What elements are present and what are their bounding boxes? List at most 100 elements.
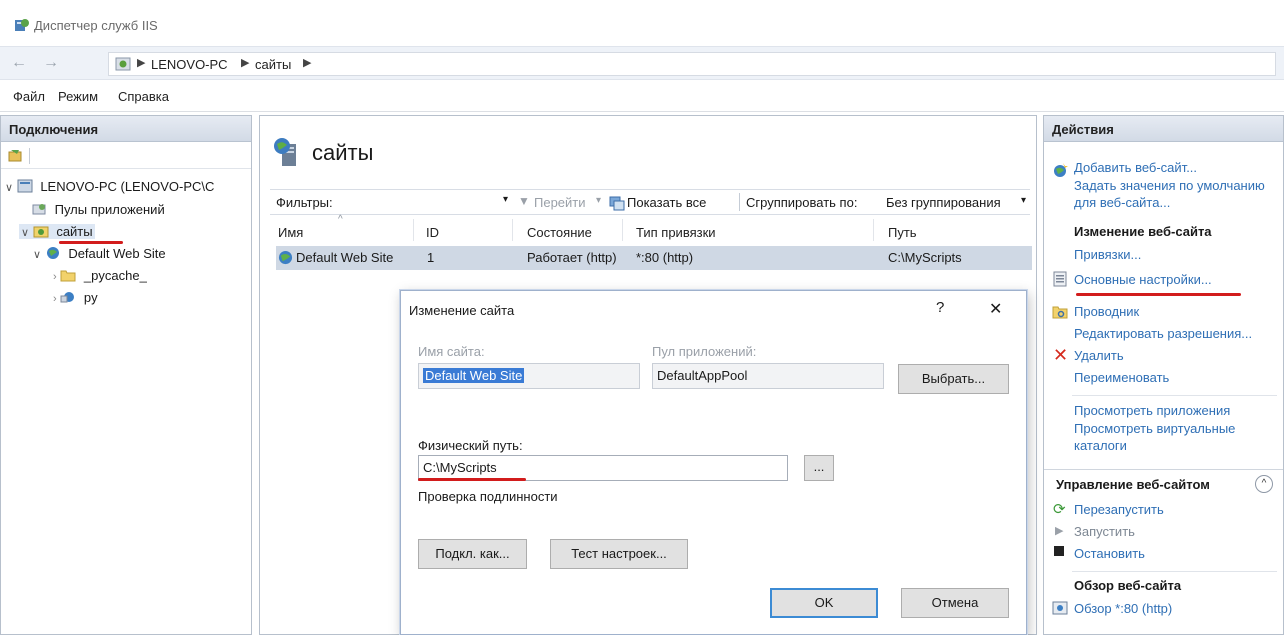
browse-path-button[interactable]: ... [804,455,834,481]
back-button[interactable]: ← [8,53,30,75]
tree-label: Пулы приложений [54,202,165,217]
tree-label: LENOVO-PC (LENOVO-PC\C [40,179,215,194]
column-divider[interactable] [873,219,874,241]
breadcrumb-separator: ▶ [303,57,312,69]
cell-id: 1 [427,250,435,265]
column-divider[interactable] [512,219,513,241]
action-delete[interactable]: Удалить [1074,348,1124,363]
section-divider [1072,395,1277,396]
column-header-name[interactable]: Имя [278,225,303,240]
action-edit-permissions[interactable]: Редактировать разрешения... [1074,326,1252,341]
action-view-apps[interactable]: Просмотреть приложения [1074,403,1230,418]
globe-icon [46,247,59,259]
app-pool-field: DefaultAppPool [652,363,884,389]
menu-help[interactable]: Справка [118,89,169,104]
action-explorer[interactable]: Проводник [1074,304,1139,319]
breadcrumb-separator: ▶ [137,57,146,69]
group-by-select[interactable]: Без группирования ▾ [880,191,1030,213]
column-header-binding[interactable]: Тип привязки [636,225,716,240]
connect-icon[interactable] [7,148,23,164]
group-by-value: Без группирования [886,195,1001,210]
physical-path-label: Физический путь: [418,438,523,453]
section-browse-site: Обзор веб-сайта [1074,578,1182,593]
delete-icon: ✕ [1053,345,1069,365]
section-divider [1044,469,1283,470]
toolbar-divider [739,193,740,211]
action-stop[interactable]: Остановить [1074,546,1145,561]
breadcrumb-server[interactable]: LENOVO-PC [151,57,228,72]
actions-title: Действия [1044,116,1283,142]
action-add-site[interactable]: Добавить веб-сайт... [1074,160,1197,175]
stop-icon [1054,546,1064,556]
help-button[interactable]: ? [936,299,944,316]
menu-view[interactable]: Режим [58,89,98,104]
app-pool-value: DefaultAppPool [657,368,748,383]
action-basic-settings[interactable]: Основные настройки... [1074,272,1212,287]
filter-bar: Фильтры: ▾ ▼ Перейти ▾ Показать все Сгру… [270,189,1030,215]
column-header-state[interactable]: Состояние [527,225,592,240]
chevron-down-icon: ∨ [21,227,30,239]
connect-as-button[interactable]: Подкл. как... [418,539,527,569]
physical-path-value: C:\MyScripts [423,460,497,475]
tree-node-sites[interactable]: ∨ сайты [19,224,95,239]
show-all-icon [609,196,625,211]
tree-node-pycache[interactable]: › _pycache_ [53,268,147,283]
column-header-id[interactable]: ID [426,225,439,240]
tree-node-default-site[interactable]: ∨ Default Web Site [33,246,166,261]
dropdown-arrow-icon: ▾ [502,194,508,205]
folder-icon [60,270,76,282]
actions-panel: Действия Добавить веб-сайт... Задать зна… [1043,115,1284,635]
title-bar: Диспетчер служб IIS [0,0,1284,46]
column-divider[interactable] [622,219,623,241]
cell-binding: *:80 (http) [636,250,694,265]
connections-title: Подключения [1,116,251,142]
action-bindings[interactable]: Привязки... [1074,247,1141,262]
connections-toolbar [1,143,251,169]
show-all-button[interactable]: Показать все [627,195,706,210]
select-pool-button[interactable]: Выбрать... [898,364,1009,394]
chevron-right-icon: › [53,271,57,283]
forward-button[interactable]: → [40,53,62,75]
menu-file[interactable]: Файл [13,89,45,104]
filter-label: Фильтры: [276,195,333,210]
auth-label: Проверка подлинности [418,489,558,504]
tree-node-py[interactable]: › py [53,290,98,305]
page-title: сайты [312,140,374,165]
toolbar-divider [29,148,30,164]
app-pool-label: Пул приложений: [652,344,757,359]
server-icon [17,179,33,193]
column-header-path[interactable]: Путь [888,225,917,240]
test-settings-button[interactable]: Тест настроек... [550,539,688,569]
action-rename[interactable]: Переименовать [1074,370,1169,385]
breadcrumb-sites[interactable]: сайты [255,57,291,72]
go-button[interactable]: Перейти [534,195,586,210]
action-start: Запустить [1074,524,1135,539]
action-browse-80[interactable]: Обзор *:80 (http) [1074,601,1172,616]
dropdown-arrow-icon: ▾ [596,195,602,206]
edit-site-dialog: Изменение сайта ? ✕ Имя сайта: Default W… [400,290,1027,635]
dialog-title: Изменение сайта [409,303,515,318]
action-site-defaults[interactable]: Задать значения по умолчанию для веб-сай… [1074,177,1279,211]
group-by-label: Сгруппировать по: [746,195,858,210]
close-icon[interactable]: ✕ [989,299,1002,319]
section-manage-site: Управление веб-сайтом [1056,477,1210,492]
breadcrumb[interactable]: ▶ LENOVO-PC ▶ сайты ▶ [108,52,1276,76]
filter-input[interactable]: ▾ [360,191,510,213]
tree-node-server[interactable]: ∨ LENOVO-PC (LENOVO-PC\C [5,179,214,194]
action-view-vdirs[interactable]: Просмотреть виртуальные каталоги [1074,420,1279,454]
ok-button[interactable]: OK [770,588,878,618]
server-icon [115,57,131,71]
sites-folder-icon [33,226,49,238]
menu-bar: Файл Режим Справка [0,80,1284,112]
tree-node-app-pools[interactable]: Пулы приложений [31,202,165,217]
cancel-button[interactable]: Отмена [901,588,1009,618]
collapse-button[interactable]: ^ [1255,475,1273,493]
section-edit-site: Изменение веб-сайта [1074,224,1212,239]
action-restart[interactable]: Перезапустить [1074,502,1164,517]
column-divider[interactable] [413,219,414,241]
section-divider [1072,571,1277,572]
window-title: Диспетчер служб IIS [34,18,158,33]
dropdown-arrow-icon: ▾ [1020,195,1026,206]
cell-state: Работает (http) [527,250,617,265]
cell-name: Default Web Site [296,250,394,265]
